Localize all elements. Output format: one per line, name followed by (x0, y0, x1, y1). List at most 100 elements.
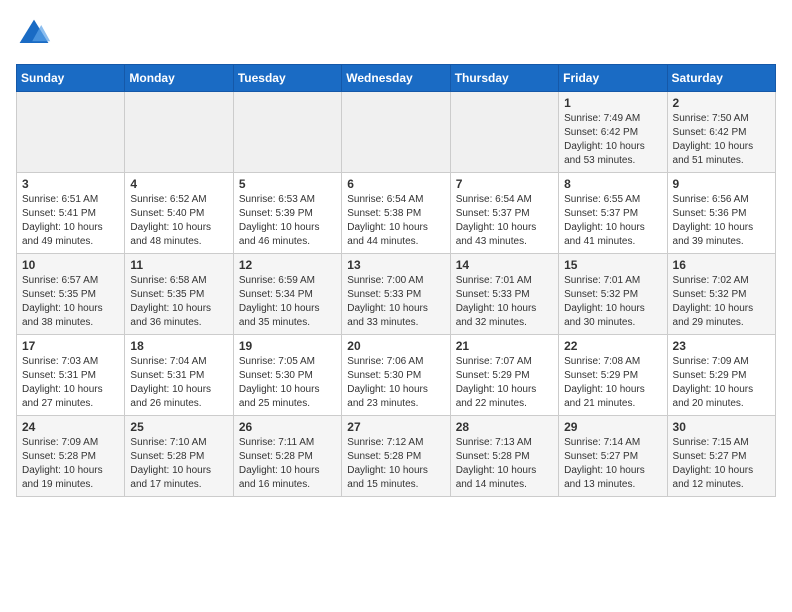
day-info: Sunrise: 7:14 AMSunset: 5:27 PMDaylight:… (564, 436, 661, 492)
day-number: 2 (673, 96, 770, 110)
day-info: Sunrise: 7:03 AMSunset: 5:31 PMDaylight:… (22, 355, 119, 411)
day-number: 15 (564, 258, 661, 272)
calendar-cell: 29 Sunrise: 7:14 AMSunset: 5:27 PMDayligh… (559, 416, 667, 497)
day-number: 24 (22, 420, 119, 434)
calendar-cell: 21 Sunrise: 7:07 AMSunset: 5:29 PMDayligh… (450, 335, 558, 416)
calendar-cell: 17 Sunrise: 7:03 AMSunset: 5:31 PMDayligh… (17, 335, 125, 416)
weekday-header-thursday: Thursday (450, 65, 558, 92)
weekday-header-sunday: Sunday (17, 65, 125, 92)
logo-icon (16, 16, 52, 52)
calendar-week-row: 17 Sunrise: 7:03 AMSunset: 5:31 PMDayligh… (17, 335, 776, 416)
weekday-header-friday: Friday (559, 65, 667, 92)
calendar-week-row: 24Sunrise: 7:09 AMSunset: 5:28 PMDayligh… (17, 416, 776, 497)
day-number: 13 (347, 258, 444, 272)
calendar-cell: 5 Sunrise: 6:53 AMSunset: 5:39 PMDaylight… (233, 173, 341, 254)
day-number: 8 (564, 177, 661, 191)
day-number: 30 (673, 420, 770, 434)
day-number: 14 (456, 258, 553, 272)
day-number: 5 (239, 177, 336, 191)
page-header (16, 16, 776, 52)
calendar-cell: 2 Sunrise: 7:50 AMSunset: 6:42 PMDaylight… (667, 92, 775, 173)
day-info: Sunrise: 6:56 AMSunset: 5:36 PMDaylight:… (673, 193, 770, 249)
day-number: 29 (564, 420, 661, 434)
calendar-cell: 19Sunrise: 7:05 AMSunset: 5:30 PMDayligh… (233, 335, 341, 416)
day-info: Sunrise: 7:01 AMSunset: 5:33 PMDaylight:… (456, 274, 553, 330)
calendar-cell: 30 Sunrise: 7:15 AMSunset: 5:27 PMDayligh… (667, 416, 775, 497)
day-number: 19 (239, 339, 336, 353)
day-info: Sunrise: 7:07 AMSunset: 5:29 PMDaylight:… (456, 355, 553, 411)
day-info: Sunrise: 6:51 AMSunset: 5:41 PMDaylight:… (22, 193, 119, 249)
day-number: 10 (22, 258, 119, 272)
calendar-cell: 10 Sunrise: 6:57 AMSunset: 5:35 PMDayligh… (17, 254, 125, 335)
calendar-cell: 23 Sunrise: 7:09 AMSunset: 5:29 PMDayligh… (667, 335, 775, 416)
calendar-cell (233, 92, 341, 173)
calendar-cell: 12Sunrise: 6:59 AMSunset: 5:34 PMDayligh… (233, 254, 341, 335)
calendar-cell (342, 92, 450, 173)
calendar-cell: 22 Sunrise: 7:08 AMSunset: 5:29 PMDayligh… (559, 335, 667, 416)
day-number: 20 (347, 339, 444, 353)
day-number: 1 (564, 96, 661, 110)
day-info: Sunrise: 7:04 AMSunset: 5:31 PMDaylight:… (130, 355, 227, 411)
day-info: Sunrise: 6:52 AMSunset: 5:40 PMDaylight:… (130, 193, 227, 249)
weekday-header-tuesday: Tuesday (233, 65, 341, 92)
calendar-cell: 25 Sunrise: 7:10 AMSunset: 5:28 PMDayligh… (125, 416, 233, 497)
day-number: 22 (564, 339, 661, 353)
calendar-cell: 26 Sunrise: 7:11 AMSunset: 5:28 PMDayligh… (233, 416, 341, 497)
day-info: Sunrise: 6:53 AMSunset: 5:39 PMDaylight:… (239, 193, 336, 249)
calendar-cell: 11 Sunrise: 6:58 AMSunset: 5:35 PMDayligh… (125, 254, 233, 335)
calendar-cell: 27 Sunrise: 7:12 AMSunset: 5:28 PMDayligh… (342, 416, 450, 497)
day-info: Sunrise: 7:11 AMSunset: 5:28 PMDaylight:… (239, 436, 336, 492)
calendar-cell: 4 Sunrise: 6:52 AMSunset: 5:40 PMDaylight… (125, 173, 233, 254)
day-number: 4 (130, 177, 227, 191)
calendar-week-row: 10 Sunrise: 6:57 AMSunset: 5:35 PMDayligh… (17, 254, 776, 335)
day-info: Sunrise: 6:54 AMSunset: 5:38 PMDaylight:… (347, 193, 444, 249)
day-info: Sunrise: 6:54 AMSunset: 5:37 PMDaylight:… (456, 193, 553, 249)
calendar-cell: 28Sunrise: 7:13 AMSunset: 5:28 PMDayligh… (450, 416, 558, 497)
day-number: 26 (239, 420, 336, 434)
day-info: Sunrise: 6:59 AMSunset: 5:34 PMDaylight:… (239, 274, 336, 330)
calendar-cell: 13Sunrise: 7:00 AMSunset: 5:33 PMDayligh… (342, 254, 450, 335)
day-number: 11 (130, 258, 227, 272)
calendar-cell: 15 Sunrise: 7:01 AMSunset: 5:32 PMDayligh… (559, 254, 667, 335)
day-number: 18 (130, 339, 227, 353)
weekday-header-monday: Monday (125, 65, 233, 92)
calendar-cell: 14 Sunrise: 7:01 AMSunset: 5:33 PMDayligh… (450, 254, 558, 335)
day-info: Sunrise: 7:10 AMSunset: 5:28 PMDaylight:… (130, 436, 227, 492)
calendar-cell: 1 Sunrise: 7:49 AMSunset: 6:42 PMDaylight… (559, 92, 667, 173)
calendar-week-row: 3 Sunrise: 6:51 AMSunset: 5:41 PMDaylight… (17, 173, 776, 254)
day-info: Sunrise: 7:06 AMSunset: 5:30 PMDaylight:… (347, 355, 444, 411)
weekday-header-wednesday: Wednesday (342, 65, 450, 92)
calendar-cell: 8Sunrise: 6:55 AMSunset: 5:37 PMDaylight… (559, 173, 667, 254)
day-info: Sunrise: 7:01 AMSunset: 5:32 PMDaylight:… (564, 274, 661, 330)
calendar-cell: 24Sunrise: 7:09 AMSunset: 5:28 PMDayligh… (17, 416, 125, 497)
day-info: Sunrise: 7:15 AMSunset: 5:27 PMDaylight:… (673, 436, 770, 492)
day-number: 9 (673, 177, 770, 191)
day-number: 23 (673, 339, 770, 353)
day-info: Sunrise: 6:58 AMSunset: 5:35 PMDaylight:… (130, 274, 227, 330)
day-number: 3 (22, 177, 119, 191)
calendar-cell: 16 Sunrise: 7:02 AMSunset: 5:32 PMDayligh… (667, 254, 775, 335)
calendar-cell: 20 Sunrise: 7:06 AMSunset: 5:30 PMDayligh… (342, 335, 450, 416)
day-info: Sunrise: 6:57 AMSunset: 5:35 PMDaylight:… (22, 274, 119, 330)
day-info: Sunrise: 7:12 AMSunset: 5:28 PMDaylight:… (347, 436, 444, 492)
day-number: 21 (456, 339, 553, 353)
logo (16, 16, 56, 52)
calendar-cell: 9 Sunrise: 6:56 AMSunset: 5:36 PMDaylight… (667, 173, 775, 254)
day-number: 6 (347, 177, 444, 191)
day-number: 25 (130, 420, 227, 434)
day-number: 16 (673, 258, 770, 272)
calendar-cell: 6 Sunrise: 6:54 AMSunset: 5:38 PMDaylight… (342, 173, 450, 254)
day-info: Sunrise: 7:08 AMSunset: 5:29 PMDaylight:… (564, 355, 661, 411)
calendar-cell: 7Sunrise: 6:54 AMSunset: 5:37 PMDaylight… (450, 173, 558, 254)
calendar-cell (17, 92, 125, 173)
day-number: 17 (22, 339, 119, 353)
calendar-cell: 18 Sunrise: 7:04 AMSunset: 5:31 PMDayligh… (125, 335, 233, 416)
calendar-cell (125, 92, 233, 173)
calendar-cell (450, 92, 558, 173)
day-info: Sunrise: 7:02 AMSunset: 5:32 PMDaylight:… (673, 274, 770, 330)
day-number: 27 (347, 420, 444, 434)
day-info: Sunrise: 7:50 AMSunset: 6:42 PMDaylight:… (673, 112, 770, 168)
day-info: Sunrise: 7:49 AMSunset: 6:42 PMDaylight:… (564, 112, 661, 168)
day-info: Sunrise: 7:09 AMSunset: 5:29 PMDaylight:… (673, 355, 770, 411)
calendar-cell: 3 Sunrise: 6:51 AMSunset: 5:41 PMDaylight… (17, 173, 125, 254)
